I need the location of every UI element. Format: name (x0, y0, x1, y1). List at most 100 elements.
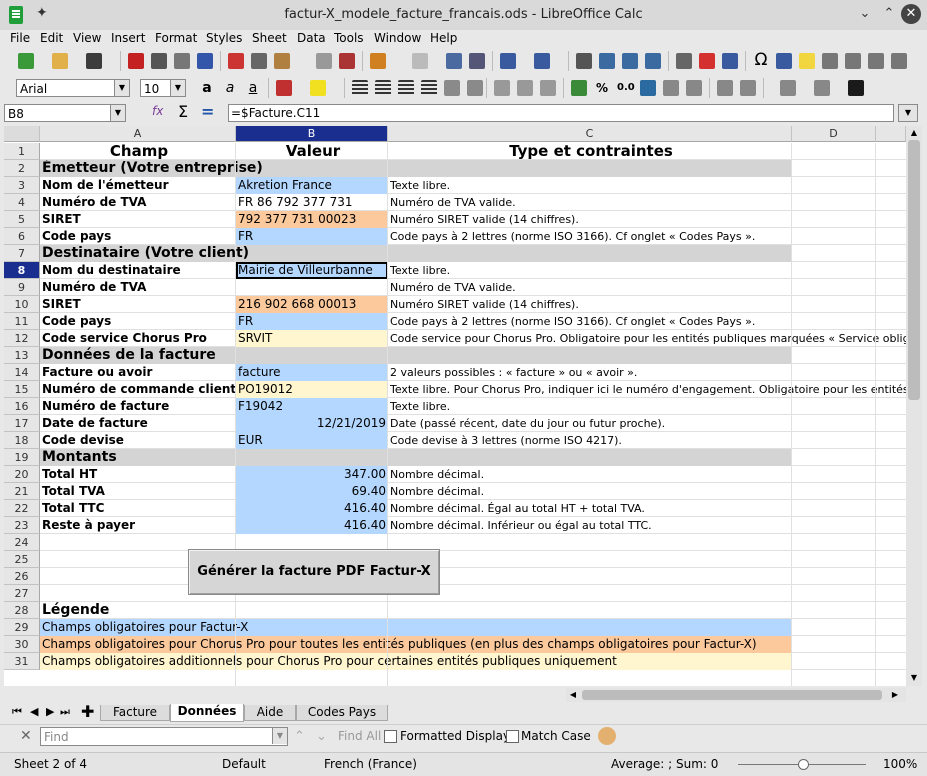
legend-title-cell[interactable]: Légende (40, 602, 440, 619)
value-cell[interactable]: F19042 (236, 398, 388, 415)
language-indicator[interactable]: French (France) (324, 757, 417, 771)
row-header[interactable]: 29 (4, 619, 40, 636)
highlight-color-icon[interactable] (310, 80, 326, 96)
constraint-cell[interactable]: Code devise à 3 lettres (norme ISO 4217)… (388, 432, 906, 449)
constraint-cell[interactable]: Texte libre. Pour Chorus Pro, indiquer i… (388, 381, 906, 398)
constraint-cell[interactable]: Nombre décimal. Inférieur ou égal au tot… (388, 517, 906, 534)
constraint-cell[interactable]: Nombre décimal. (388, 483, 906, 500)
maximize-window-button[interactable]: ⌃ (879, 4, 899, 24)
value-cell[interactable]: EUR (236, 432, 388, 449)
pivot-table-icon[interactable] (722, 53, 738, 69)
row-header[interactable]: 31 (4, 653, 40, 670)
row-header[interactable]: 28 (4, 602, 40, 619)
borders-icon[interactable] (780, 80, 796, 96)
section-header-cell[interactable]: Émetteur (Votre entreprise) (40, 160, 792, 177)
vertical-scroll-thumb[interactable] (908, 140, 920, 400)
cut-icon[interactable] (228, 53, 244, 69)
menu-sheet[interactable]: Sheet (252, 31, 287, 45)
add-decimal-icon[interactable] (663, 80, 679, 96)
row-header[interactable]: 4 (4, 194, 40, 211)
legend-cell[interactable]: Champs obligatoires pour Chorus Pro pour… (40, 636, 792, 653)
scroll-left-icon[interactable]: ◀ (566, 688, 580, 702)
constraint-cell[interactable]: Code pays à 2 lettres (norme ISO 3166). … (388, 313, 906, 330)
value-cell[interactable]: facture (236, 364, 388, 381)
constraint-cell[interactable]: Texte libre. (388, 177, 906, 194)
close-window-button[interactable]: ✕ (901, 4, 921, 24)
row-header[interactable]: 27 (4, 585, 40, 602)
spellcheck-icon[interactable] (197, 53, 213, 69)
sort-descending-icon[interactable] (622, 53, 638, 69)
section-header-cell[interactable]: Destinataire (Votre client) (40, 245, 792, 262)
label-cell[interactable]: Date de facture (40, 415, 236, 432)
add-sheet-icon[interactable]: ✚ (81, 702, 94, 721)
label-cell[interactable]: Total TVA (40, 483, 236, 500)
menu-edit[interactable]: Edit (40, 31, 63, 45)
constraint-cell[interactable]: Numéro SIRET valide (14 chiffres). (388, 211, 906, 228)
tab-donnees[interactable]: Données (170, 704, 244, 722)
date-format-icon[interactable] (640, 80, 656, 96)
constraint-cell[interactable] (388, 585, 906, 602)
expand-formula-bar-button[interactable]: ▼ (898, 104, 918, 122)
value-cell[interactable]: Akretion France (236, 177, 388, 194)
label-cell[interactable]: Total TTC (40, 500, 236, 517)
row-header[interactable]: 10 (4, 296, 40, 313)
constraint-cell[interactable]: Nombre décimal. (388, 466, 906, 483)
label-cell[interactable]: Numéro de TVA (40, 194, 236, 211)
row-header[interactable]: 21 (4, 483, 40, 500)
value-cell[interactable]: FR 86 792 377 731 (236, 194, 388, 211)
formatted-display-checkbox[interactable] (384, 730, 397, 743)
spreadsheet-grid[interactable]: A B C D 1 Champ Valeur Type et contraintes 2… (4, 126, 906, 686)
define-print-area-icon[interactable] (845, 53, 861, 69)
find-replace-icon[interactable] (446, 53, 462, 69)
border-style-icon[interactable] (814, 80, 830, 96)
chevron-down-icon[interactable]: ▼ (170, 80, 185, 96)
align-top-icon[interactable] (494, 80, 510, 96)
generate-pdf-button[interactable]: Générer la facture PDF Factur-X (188, 549, 440, 595)
function-wizard-icon[interactable]: fx (152, 104, 163, 118)
row-header[interactable]: 1 (4, 143, 40, 160)
row-header[interactable]: 23 (4, 517, 40, 534)
constraint-cell[interactable]: Date (passé récent, date du jour ou futu… (388, 415, 906, 432)
name-box[interactable]: B8 ▼ (4, 104, 126, 122)
clone-formatting-icon[interactable] (316, 53, 332, 69)
column-header-e[interactable] (876, 126, 906, 142)
row-header[interactable]: 17 (4, 415, 40, 432)
spelling-icon[interactable] (469, 53, 485, 69)
constraint-cell[interactable] (388, 568, 906, 585)
label-cell[interactable]: Code devise (40, 432, 236, 449)
row-header[interactable]: 22 (4, 500, 40, 517)
label-cell[interactable]: Facture ou avoir (40, 364, 236, 381)
function-icon[interactable]: = (201, 102, 214, 121)
zoom-level[interactable]: 100% (883, 757, 917, 771)
next-sheet-icon[interactable]: ▶ (46, 705, 54, 718)
sort-ascending-icon[interactable] (599, 53, 615, 69)
header-cell-valeur[interactable]: Valeur (236, 143, 388, 160)
menu-help[interactable]: Help (430, 31, 457, 45)
export-pdf-icon[interactable] (128, 53, 144, 69)
value-cell[interactable]: 347.00 (236, 466, 388, 483)
label-cell[interactable]: Code pays (40, 313, 236, 330)
label-cell[interactable]: Code pays (40, 228, 236, 245)
label-cell[interactable]: SIRET (40, 211, 236, 228)
column-header-c[interactable]: C (388, 126, 792, 142)
save-icon[interactable] (86, 53, 102, 69)
find-replace-icon[interactable] (598, 727, 616, 745)
vertical-scrollbar[interactable]: ▲ ▼ (906, 126, 922, 686)
row-header[interactable]: 2 (4, 160, 40, 177)
row-header[interactable]: 19 (4, 449, 40, 466)
comment-icon[interactable] (799, 53, 815, 69)
zoom-slider-handle[interactable] (798, 759, 809, 770)
justify-icon[interactable] (421, 80, 437, 96)
legend-cell[interactable]: Champs obligatoires additionnels pour Ch… (40, 653, 792, 670)
menu-data[interactable]: Data (297, 31, 326, 45)
tab-aide[interactable]: Aide (244, 705, 296, 721)
first-sheet-icon[interactable]: ⏮ (12, 705, 22, 719)
constraint-cell[interactable]: Numéro SIRET valide (14 chiffres). (388, 296, 906, 313)
insert-image-icon[interactable] (676, 53, 692, 69)
new-document-icon[interactable] (18, 53, 34, 69)
row-header[interactable]: 9 (4, 279, 40, 296)
row-header[interactable]: 13 (4, 347, 40, 364)
special-character-icon[interactable]: Ω (753, 51, 769, 69)
row-header[interactable]: 25 (4, 551, 40, 568)
formula-input[interactable]: =$Facture.C11 (228, 104, 894, 122)
